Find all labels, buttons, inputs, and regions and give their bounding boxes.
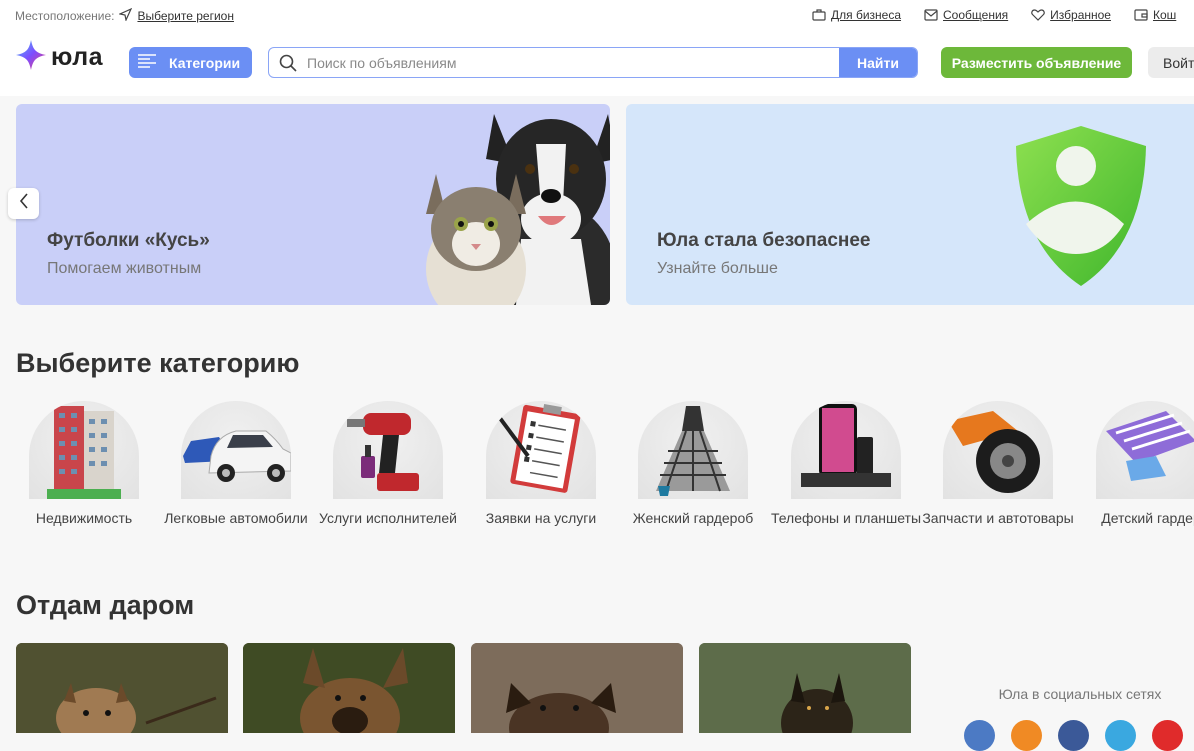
category-label: Детский гардер [1101, 510, 1194, 526]
category-kids-wardrobe[interactable]: Детский гардер [1075, 398, 1194, 528]
search-button[interactable]: Найти [839, 48, 917, 77]
banner-subtitle: Помогаем животным [47, 260, 202, 277]
dog-photo [471, 643, 683, 733]
category-label: Телефоны и планшеты [770, 510, 922, 526]
free-items-list [0, 643, 920, 733]
category-real-estate[interactable]: Недвижимость [8, 398, 160, 528]
kids-clothes-icon [1106, 411, 1194, 481]
tire-icon [948, 411, 1040, 493]
menu-icon [137, 53, 157, 72]
logo-star-icon [15, 39, 47, 76]
category-image [638, 401, 748, 499]
wallet-icon [1134, 9, 1148, 21]
wallet-link[interactable]: Кош [1134, 8, 1176, 22]
messages-link[interactable]: Сообщения [924, 8, 1008, 22]
category-image [181, 401, 291, 499]
category-image [333, 401, 443, 499]
category-service-requests[interactable]: Заявки на услуги [465, 398, 617, 528]
social-links: Юла в социальных сетях [964, 686, 1183, 751]
logo[interactable]: юла [15, 39, 103, 76]
wallet-link-label: Кош [1152, 8, 1177, 22]
category-label: Заявки на услуги [485, 510, 597, 526]
category-list: Недвижимость Легковые автомобили Услуги … [0, 398, 1194, 558]
search-bar: Найти [268, 47, 918, 78]
login-button[interactable]: Войт [1148, 47, 1194, 78]
dog-photo [243, 643, 455, 733]
category-image [1096, 401, 1194, 499]
dog-photo [16, 643, 228, 733]
banner-subtitle: Узнайте больше [657, 260, 778, 277]
free-item-card[interactable] [699, 643, 911, 733]
chevron-left-icon [19, 193, 29, 214]
category-label: Женский гардероб [632, 510, 754, 526]
messages-link-label: Сообщения [943, 8, 1009, 22]
social-icons [964, 720, 1183, 751]
category-label: Запчасти и автотовары [922, 510, 1074, 526]
dog-photo [699, 643, 911, 733]
category-cars[interactable]: Легковые автомобили [160, 398, 312, 528]
youtube-icon[interactable] [1152, 720, 1183, 751]
banner-title: Юла стала безопаснее [657, 230, 871, 251]
free-section-title: Отдам даром [16, 590, 195, 620]
location-arrow-icon [118, 7, 133, 24]
banner-safety[interactable]: Юла стала безопаснее Узнайте больше [626, 104, 1194, 305]
category-image [486, 401, 596, 499]
logo-text: юла [51, 43, 104, 71]
search-icon [269, 54, 307, 72]
category-womens-wardrobe[interactable]: Женский гардероб [617, 398, 769, 528]
facebook-icon[interactable] [1058, 720, 1089, 751]
category-label: Легковые автомобили [164, 510, 308, 526]
categories-button[interactable]: Категории [129, 47, 252, 78]
business-link[interactable]: Для бизнеса [812, 8, 901, 22]
location-selector: Местоположение: Выберите регион [15, 7, 234, 24]
free-item-card[interactable] [243, 643, 455, 733]
drill-icon [347, 413, 419, 491]
header: юла Категории Найти Разместить объявлени… [0, 32, 1194, 96]
top-bar: Местоположение: Выберите регион Для бизн… [0, 0, 1194, 32]
social-title: Юла в социальных сетях [998, 686, 1162, 702]
carousel-prev-button[interactable] [8, 188, 39, 219]
category-phones[interactable]: Телефоны и планшеты [770, 398, 922, 528]
banner-t-shirts[interactable]: Футболки «Кусь» Помогаем животным [16, 104, 610, 305]
region-link[interactable]: Выберите регион [137, 9, 234, 23]
category-label: Услуги исполнителей [319, 510, 457, 526]
search-input[interactable] [307, 48, 839, 77]
free-item-card[interactable] [16, 643, 228, 733]
post-ad-button[interactable]: Разместить объявление [941, 47, 1132, 78]
dress-icon [656, 406, 730, 496]
vk-icon[interactable] [964, 720, 995, 751]
ok-icon[interactable] [1011, 720, 1042, 751]
category-image [791, 401, 901, 499]
location-label: Местоположение: [15, 9, 115, 23]
top-links: Для бизнеса Сообщения Избранное Кош [812, 8, 1194, 22]
clipboard-icon [489, 403, 581, 493]
categories-section-title: Выберите категорию [16, 348, 300, 378]
favorites-link-label: Избранное [1050, 8, 1111, 22]
business-link-label: Для бизнеса [831, 8, 902, 22]
heart-icon [1031, 9, 1045, 21]
banner-title: Футболки «Кусь» [47, 230, 210, 251]
category-auto-parts[interactable]: Запчасти и автотовары [922, 398, 1074, 528]
car-icon [183, 430, 291, 482]
favorites-link[interactable]: Избранное [1031, 8, 1111, 22]
building-icon [47, 406, 121, 499]
phone-icon [801, 404, 891, 487]
briefcase-icon [812, 9, 826, 21]
categories-button-label: Категории [169, 54, 241, 71]
mail-icon [924, 9, 938, 21]
telegram-icon[interactable] [1105, 720, 1136, 751]
category-image [943, 401, 1053, 499]
category-image [29, 401, 139, 499]
free-item-card[interactable] [471, 643, 683, 733]
category-services[interactable]: Услуги исполнителей [312, 398, 464, 528]
category-label: Недвижимость [35, 510, 133, 526]
